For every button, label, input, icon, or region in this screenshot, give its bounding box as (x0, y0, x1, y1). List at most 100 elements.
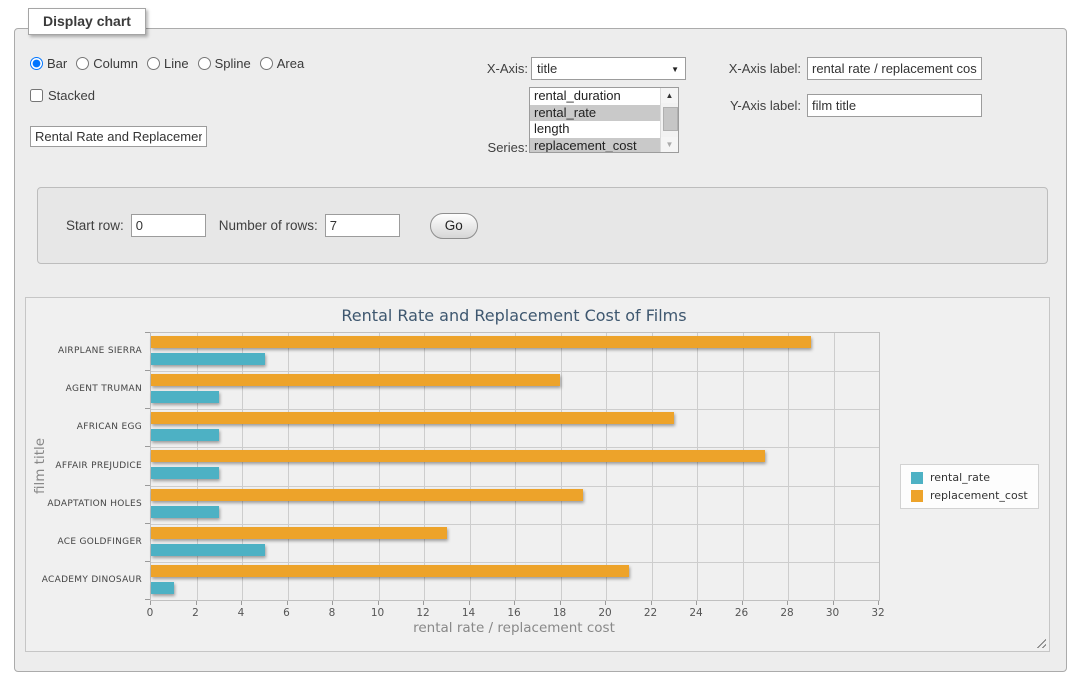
x-axis-tick-label: 12 (416, 607, 429, 619)
legend-label: rental_rate (930, 471, 990, 484)
stacked-row: Stacked (30, 88, 95, 103)
rental_rate-bar (151, 429, 219, 441)
chart-type-option-bar: Bar (30, 56, 67, 71)
gridline (515, 333, 516, 600)
xaxis-label-input[interactable] (807, 57, 982, 80)
rental_rate-bar (151, 506, 219, 518)
yaxis-label-input[interactable] (807, 94, 982, 117)
chart-type-option-spline: Spline (198, 56, 251, 71)
x-axis-tick-label: 28 (780, 607, 793, 619)
scrollbar-thumb[interactable] (663, 107, 678, 131)
series-option-replacement_cost[interactable]: replacement_cost (530, 138, 661, 154)
y-axis-tick (145, 485, 150, 486)
gridline (470, 333, 471, 600)
start-row-input[interactable] (131, 214, 206, 237)
y-axis-tick (145, 370, 150, 371)
legend-item-replacement_cost[interactable]: replacement_cost (911, 489, 1028, 502)
x-axis-tick-label: 30 (826, 607, 839, 619)
series-option-length[interactable]: length (530, 121, 661, 138)
series-options: rental_durationrental_ratelengthreplacem… (530, 88, 678, 153)
x-axis-tick (787, 601, 788, 605)
rental_rate-bar (151, 582, 174, 594)
xaxis-selected-value: title (537, 61, 557, 76)
gridline (606, 333, 607, 600)
stacked-checkbox[interactable] (30, 89, 43, 102)
chart-type-label: Line (164, 56, 189, 71)
replacement_cost-bar (151, 412, 674, 424)
row-range-panel: Start row: Number of rows: Go (37, 187, 1048, 264)
gridline (288, 333, 289, 600)
series-scrollbar[interactable]: ▲ ▼ (660, 88, 678, 152)
x-axis-tick-label: 4 (238, 607, 245, 619)
category-label: AFFAIR PREJUDICE (26, 461, 142, 471)
series-multiselect[interactable]: rental_durationrental_ratelengthreplacem… (529, 87, 679, 153)
x-axis-title: rental rate / replacement cost (150, 620, 878, 636)
chart-type-radio-spline[interactable] (198, 57, 211, 70)
y-axis-tick (145, 599, 150, 600)
gridline (151, 447, 879, 448)
chart-type-option-area: Area (260, 56, 304, 71)
gridline (652, 333, 653, 600)
rental_rate-bar (151, 467, 219, 479)
x-axis-tick (150, 601, 151, 605)
x-axis-tick-label: 26 (735, 607, 748, 619)
num-rows-label: Number of rows: (219, 218, 318, 233)
chart-type-radio-line[interactable] (147, 57, 160, 70)
chart-type-label: Bar (47, 56, 67, 71)
display-chart-panel: Display chart BarColumnLineSplineArea St… (14, 28, 1067, 672)
x-axis-tick-label: 16 (507, 607, 520, 619)
x-axis-tick (651, 601, 652, 605)
x-axis-tick-label: 18 (553, 607, 566, 619)
chevron-down-icon: ▼ (671, 65, 679, 74)
category-label: ADAPTATION HOLES (26, 499, 142, 509)
x-axis-tick-label: 24 (689, 607, 702, 619)
scroll-up-icon[interactable]: ▲ (661, 88, 678, 103)
gridline (151, 562, 879, 563)
xaxis-caption: X-Axis: (455, 61, 528, 76)
replacement_cost-bar (151, 374, 560, 386)
start-row-label: Start row: (66, 218, 124, 233)
chart-type-radio-area[interactable] (260, 57, 273, 70)
chart-type-radio-bar[interactable] (30, 57, 43, 70)
y-axis-tick (145, 332, 150, 333)
x-axis-tick (742, 601, 743, 605)
series-option-rental_duration[interactable]: rental_duration (530, 88, 661, 105)
plot-area (150, 332, 880, 601)
chart-title-input[interactable] (30, 126, 207, 147)
chart-type-option-line: Line (147, 56, 189, 71)
x-axis-tick (878, 601, 879, 605)
gridline (151, 371, 879, 372)
xaxis-select[interactable]: title ▼ (531, 57, 686, 80)
chart-container: Rental Rate and Replacement Cost of Film… (25, 297, 1050, 652)
x-axis-tick (287, 601, 288, 605)
gridline (697, 333, 698, 600)
resize-handle-icon[interactable] (1034, 636, 1046, 648)
series-option-rental_rate[interactable]: rental_rate (530, 105, 661, 122)
category-label: AGENT TRUMAN (26, 384, 142, 394)
scroll-down-icon[interactable]: ▼ (661, 137, 678, 152)
category-label: ACADEMY DINOSAUR (26, 575, 142, 585)
chart-type-label: Spline (215, 56, 251, 71)
replacement_cost-bar (151, 527, 447, 539)
x-axis-tick-label: 14 (462, 607, 475, 619)
replacement_cost-bar (151, 336, 811, 348)
num-rows-input[interactable] (325, 214, 400, 237)
gridline (151, 524, 879, 525)
xaxis-label-caption: X-Axis label: (715, 61, 801, 76)
gridline (151, 409, 879, 410)
x-axis-tick-label: 20 (598, 607, 611, 619)
rental_rate-bar (151, 353, 265, 365)
legend-item-rental_rate[interactable]: rental_rate (911, 471, 1028, 484)
x-axis-tick (196, 601, 197, 605)
gridline (561, 333, 562, 600)
rental_rate-bar (151, 544, 265, 556)
yaxis-label-caption: Y-Axis label: (715, 98, 801, 113)
gridline (424, 333, 425, 600)
x-axis-tick-label: 10 (371, 607, 384, 619)
chart-type-radio-column[interactable] (76, 57, 89, 70)
x-axis-tick-label: 32 (871, 607, 884, 619)
x-axis-tick-label: 6 (283, 607, 290, 619)
rental_rate-bar (151, 391, 219, 403)
go-button[interactable]: Go (430, 213, 478, 239)
x-axis-tick (469, 601, 470, 605)
